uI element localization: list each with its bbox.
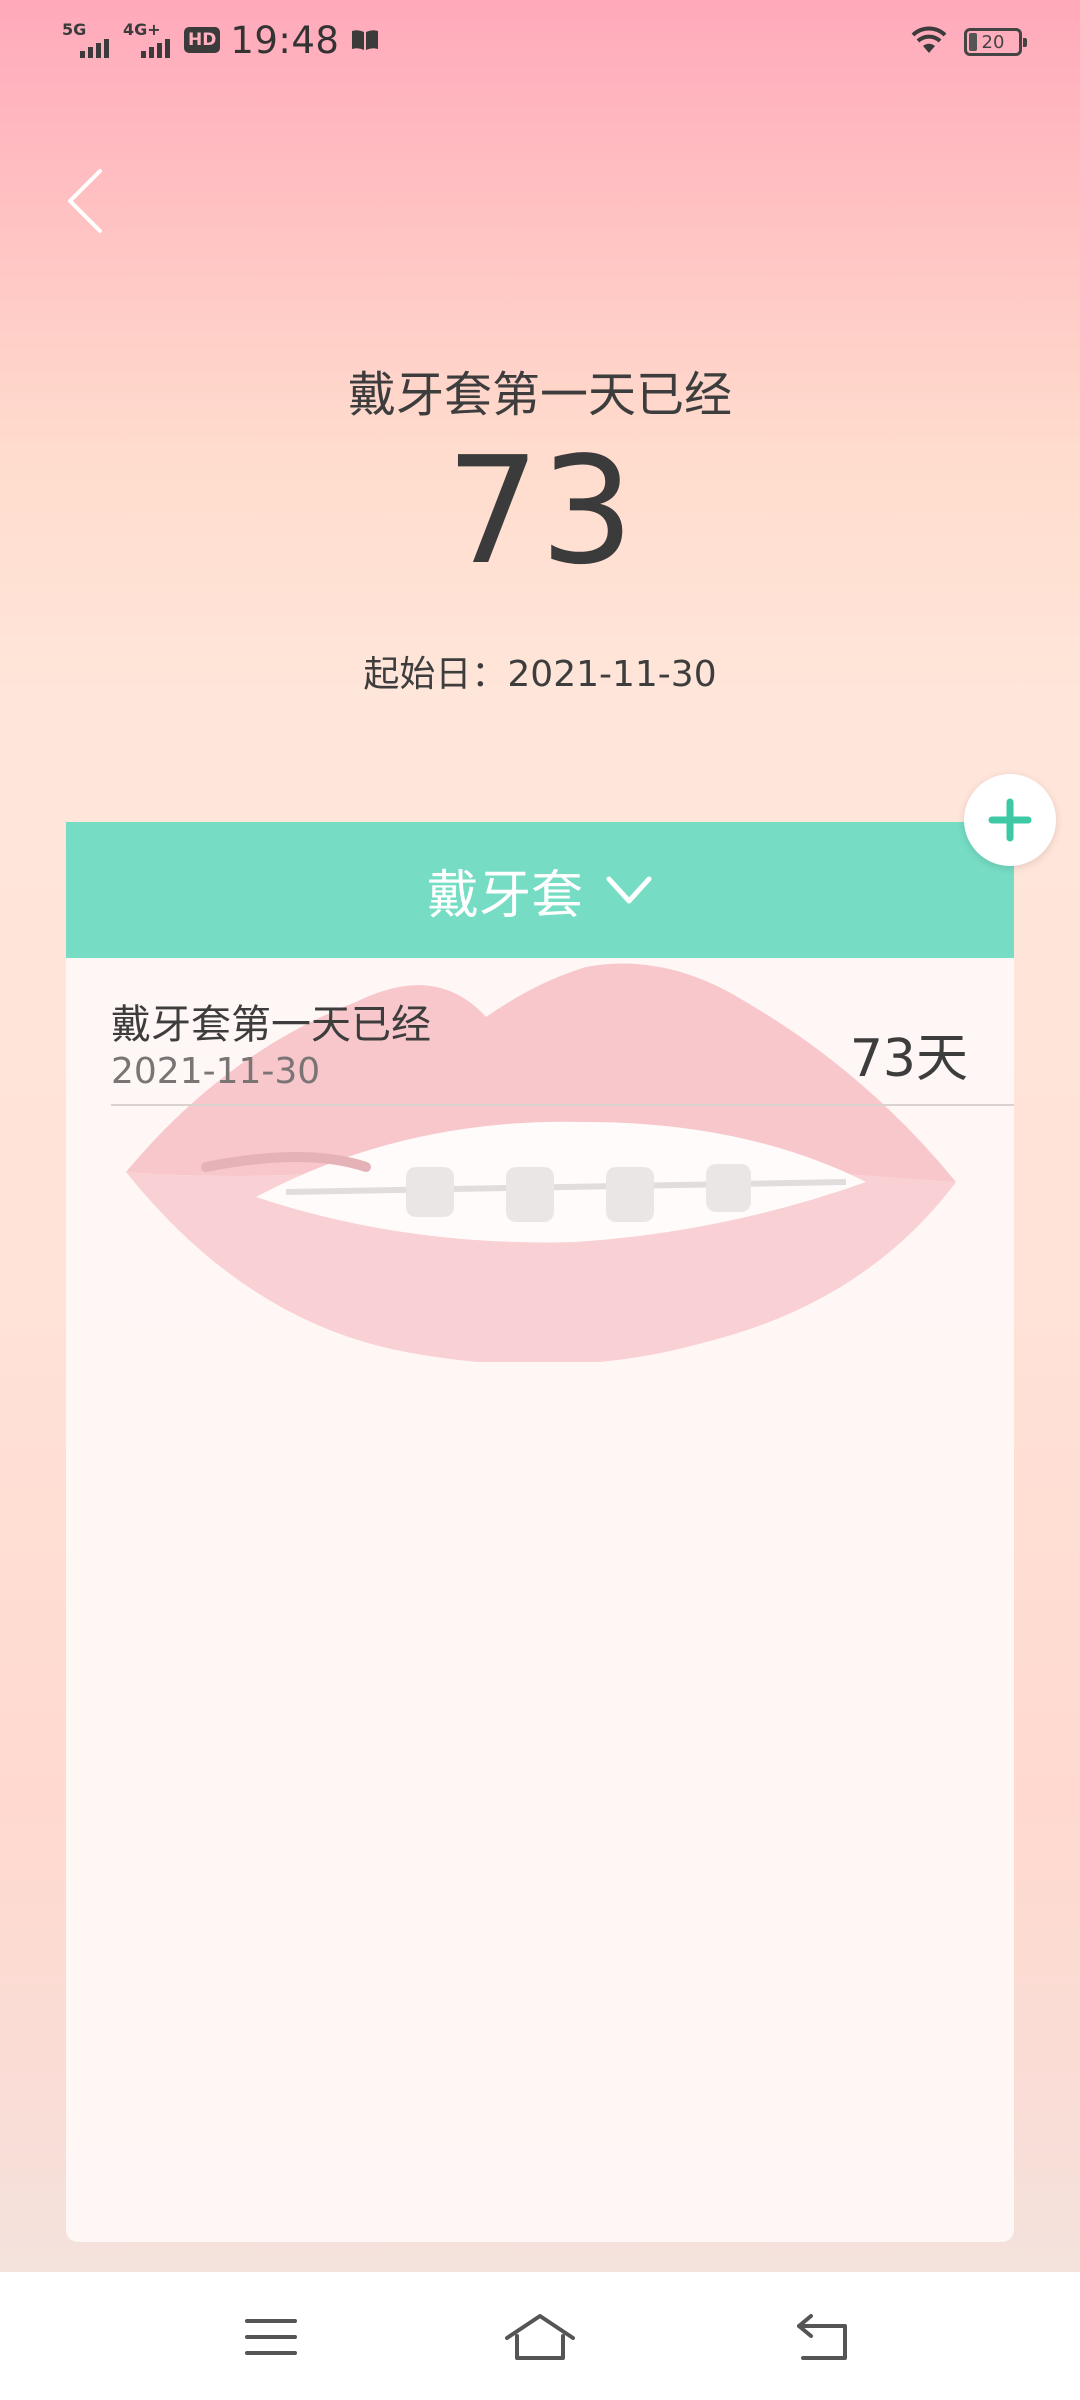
signal-4g-icon: 4G+ xyxy=(123,20,170,58)
status-bar-right: 20 xyxy=(910,20,1027,64)
category-dropdown[interactable]: 戴牙套 xyxy=(66,822,1014,958)
item-title: 戴牙套第一天已经 xyxy=(111,1002,431,1048)
nav-back-button[interactable] xyxy=(778,2302,868,2372)
chevron-left-icon xyxy=(68,169,102,233)
plus-icon xyxy=(988,798,1032,842)
page-title: 戴牙套第一天已经 xyxy=(347,367,732,423)
chevron-down-icon xyxy=(606,876,652,904)
battery-icon: 20 xyxy=(964,28,1027,56)
wifi-icon xyxy=(910,25,948,59)
add-button[interactable] xyxy=(964,774,1056,866)
item-date: 2021-11-30 xyxy=(111,1051,321,1092)
start-date-label: 起始日：2021-11-30 xyxy=(363,654,717,695)
home-icon xyxy=(505,2314,575,2360)
book-icon xyxy=(351,29,379,51)
list-item[interactable]: 戴牙套第一天已经 2021-11-30 73天 xyxy=(111,958,1014,1106)
nav-home-button[interactable] xyxy=(495,2302,585,2372)
status-bar-left: 5G 4G+ HD 19:48 xyxy=(62,14,379,66)
day-count: 73 xyxy=(445,425,635,597)
system-nav-bar xyxy=(0,2272,1080,2400)
status-time: 19:48 xyxy=(230,18,340,62)
nav-menu-button[interactable] xyxy=(226,2302,316,2372)
back-button[interactable] xyxy=(62,165,112,237)
item-days: 73天 xyxy=(849,1029,968,1089)
battery-level: 20 xyxy=(981,31,1005,53)
hd-voice-icon: HD xyxy=(184,27,221,53)
status-bar: 5G 4G+ HD 19:48 20 xyxy=(0,0,1080,80)
network-type-label: 5G xyxy=(62,20,87,39)
signal-5g-icon: 5G xyxy=(62,20,109,58)
network-type-label: 4G+ xyxy=(123,20,161,39)
menu-icon xyxy=(245,2319,297,2355)
event-list-card: 戴牙套 戴牙套第一天已经 2021-11-30 73天 xyxy=(66,822,1014,2242)
category-label: 戴牙套 xyxy=(426,865,583,926)
back-arrow-icon xyxy=(797,2314,847,2360)
